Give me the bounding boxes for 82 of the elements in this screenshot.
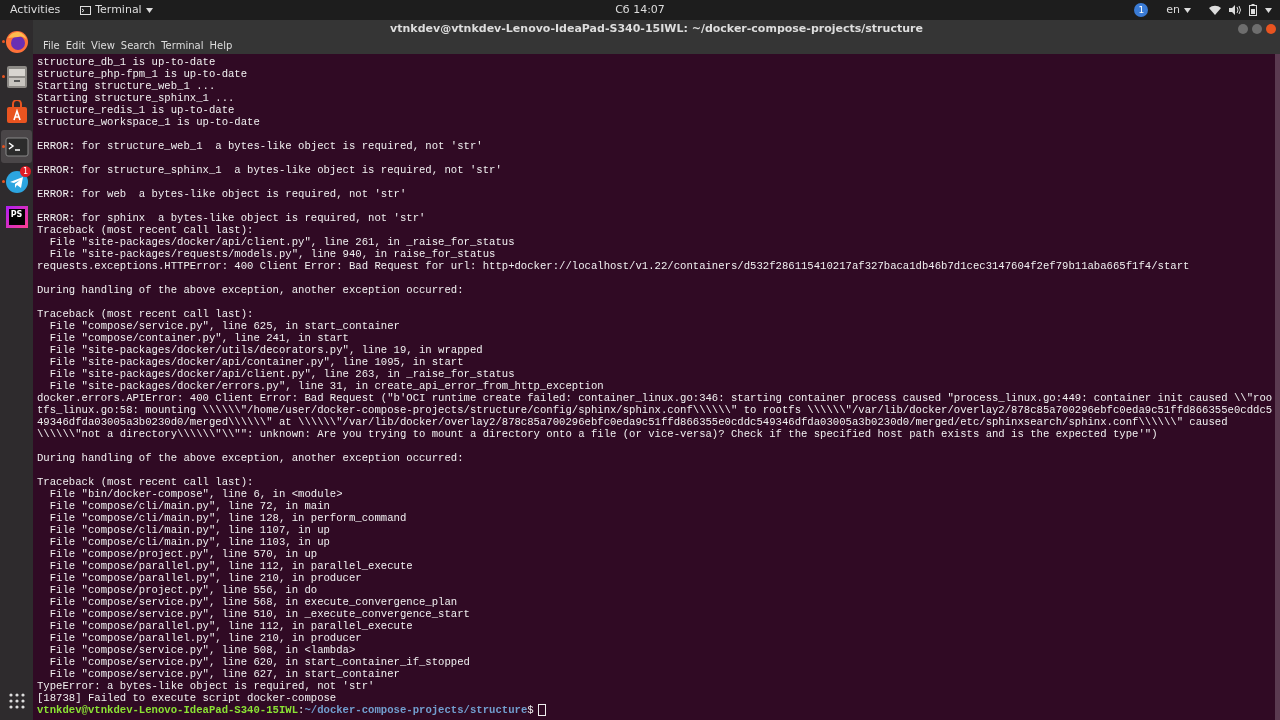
output-line: ERROR: for structure_sphinx_1 a bytes-like object is required, not 'str' (37, 164, 503, 176)
output-line: [18738] Failed to execute script docker-compose (37, 692, 338, 704)
clock[interactable]: Сб 14:07 (615, 1, 665, 19)
file-cabinet-icon (5, 64, 28, 89)
notification-badge: 1 (20, 166, 31, 177)
output-line: structure_db_1 is up-to-date (37, 56, 217, 68)
scrollbar[interactable] (1275, 54, 1280, 720)
output-line: File "compose/parallel.py", line 210, in producer (48, 572, 363, 584)
output-line: File "compose/service.py", line 627, in start_container (48, 668, 401, 680)
browser-icon (4, 29, 29, 54)
output-line: File "bin/docker-compose", line 6, in <module> (48, 488, 344, 500)
output-line: File "compose/cli/main.py", line 1103, in up (48, 536, 331, 548)
output-line: ERROR: for sphinx a bytes-like object is required, not 'str' (37, 212, 427, 224)
minimize-button[interactable] (1238, 24, 1248, 34)
output-line: File "compose/parallel.py", line 210, in producer (48, 632, 363, 644)
caret-icon (1265, 7, 1272, 13)
paper-plane-icon (4, 169, 29, 194)
output-line: File "compose/container.py", line 241, in start (48, 332, 350, 344)
output-line: File "compose/service.py", line 620, in start_container_if_stopped (48, 656, 471, 668)
output-line: File "site-packages/requests/models.py", line 940, in raise_for_status (48, 248, 497, 260)
menu-item[interactable]: Terminal (158, 38, 207, 54)
system-menu[interactable] (1209, 4, 1272, 16)
output-line: File "compose/cli/main.py", line 128, in perform_command (48, 512, 408, 524)
dock-item[interactable] (1, 130, 32, 163)
output-line: structure_redis_1 is up-to-date (37, 104, 236, 116)
output-line: File "compose/service.py", line 508, in <lambda> (48, 644, 357, 656)
window-title: vtnkdev@vtnkdev-Lenovo-IdeaPad-S340-15IWL: ~/docker-compose-projects/structure (390, 20, 923, 37)
output-line: File "site-packages/docker/api/client.py", line 263, in _raise_for_status (48, 368, 516, 380)
menu-item[interactable]: View (88, 38, 118, 54)
caret-icon (1184, 7, 1191, 13)
output-line: File "compose/cli/main.py", line 72, in main (48, 500, 331, 512)
output-line: File "compose/project.py", line 556, in do (48, 584, 319, 596)
caret-icon (145, 7, 153, 13)
menu-item[interactable]: Edit (62, 38, 89, 54)
output-line: File "compose/service.py", line 625, in start_container (48, 320, 401, 332)
prompt-user: vtnkdev@vtnkdev-Lenovo-IdeaPad-S340-15IWL (37, 704, 299, 716)
output-line: structure_php-fpm_1 is up-to-date (37, 68, 249, 80)
output-line: File "compose/service.py", line 568, in execute_convergence_plan (48, 596, 459, 608)
dock-item[interactable]: 1 (1, 165, 32, 198)
output-line: TypeError: a bytes-like object is required, not 'str' (37, 680, 376, 692)
output-line: File "compose/parallel.py", line 112, in parallel_execute (48, 560, 414, 572)
menu-item[interactable]: Help (206, 38, 236, 54)
notification-badge[interactable]: 1 (1134, 3, 1149, 17)
wifi-icon (1209, 5, 1221, 15)
text-cursor (537, 704, 546, 716)
output-line: During handling of the above exception, another exception occurred: (37, 284, 465, 296)
menu-item[interactable]: Search (117, 38, 159, 54)
output-line: Starting structure_web_1 ... (37, 80, 217, 92)
output-line: File "site-packages/docker/api/container.py", line 1095, in start (48, 356, 465, 368)
output-line: File "compose/project.py", line 570, in up (48, 548, 319, 560)
output-line: File "compose/parallel.py", line 112, in parallel_execute (48, 620, 414, 632)
dock-item[interactable]: PS (1, 200, 32, 233)
prompt-symbol: $ (527, 704, 534, 716)
activities-button[interactable]: Activities (8, 1, 63, 19)
output-line: requests.exceptions.HTTPError: 400 Client Error: Bad Request for url: http+docker://localhost/v1.22/containers/d532f286115410217af327baca1db46b7d1cec3147604f2ef79b11aba665f1f4/start (37, 260, 1191, 272)
maximize-button[interactable] (1252, 24, 1262, 34)
output-line: During handling of the above exception, another exception occurred: (37, 452, 465, 464)
output-line: File "site-packages/docker/utils/decorators.py", line 19, in wrapped (48, 344, 484, 356)
output-line: Traceback (most recent call last): (37, 476, 255, 488)
output-line: Starting structure_sphinx_1 ... (37, 92, 236, 104)
output-line: File "site-packages/docker/api/client.py", line 261, in _raise_for_status (48, 236, 516, 248)
app-icon-label: PS (10, 209, 23, 219)
output-line: Traceback (most recent call last): (37, 224, 255, 236)
output-line: File "site-packages/docker/errors.py", line 31, in create_api_error_from_http_exception (48, 380, 605, 392)
battery-icon (1249, 4, 1257, 16)
output-line: structure_workspace_1 is up-to-date (37, 116, 261, 128)
terminal-icon (80, 5, 92, 15)
language-menu[interactable]: en (1164, 1, 1193, 19)
close-button[interactable] (1266, 24, 1276, 34)
menu-item[interactable]: File (40, 38, 63, 54)
output-line: Traceback (most recent call last): (37, 308, 255, 320)
shopping-bag-icon (5, 99, 28, 124)
output-line: ERROR: for structure_web_1 a bytes-like object is required, not 'str' (37, 140, 484, 152)
terminal-icon (4, 136, 29, 157)
output-line: docker.errors.APIError: 400 Client Error: Bad Request ("b'OCI runtime create failed: container_linux.go:346: starting container process caused "process_linux.go:449: container init caused \\"rootfs_linux.go:58: mounting \\\\\\"/home/user/docker-compose-projects/structure/config/sphinx/sphinx.conf\\\\\\" to rootfs \\\\\\"/var/lib/docker/overlay2/878c85a700296ebfc0eda9c51ffd866355e0cddc549346dfda03005a3b0230d0/merged\\\\\\" at \\\\\\"/var/lib/docker/overlay2/878c85a700296ebfc0eda9c51ffd866355e0cddc549346dfda03005a3b0230d0/merged/etc/sphinxsearch/sphinx.conf\\\\\\" caused \\\\\\"not a directory\\\\\\"\\"": unknown: Are you trying to mount a directory onto a file (or vice-versa)? Check if the specified host path exists and is the expected type'") (37, 392, 1273, 440)
output-line: File "compose/cli/main.py", line 1107, in up (48, 524, 331, 536)
output-line: ERROR: for web a bytes-like object is required, not 'str' (37, 188, 408, 200)
volume-icon (1229, 5, 1241, 15)
output-line: File "compose/service.py", line 510, in _execute_convergence_start (48, 608, 471, 620)
prompt-separator: : (298, 704, 305, 716)
prompt-path: ~/docker-compose-projects/structure (304, 704, 528, 716)
app-menu[interactable]: Terminal (78, 1, 155, 19)
